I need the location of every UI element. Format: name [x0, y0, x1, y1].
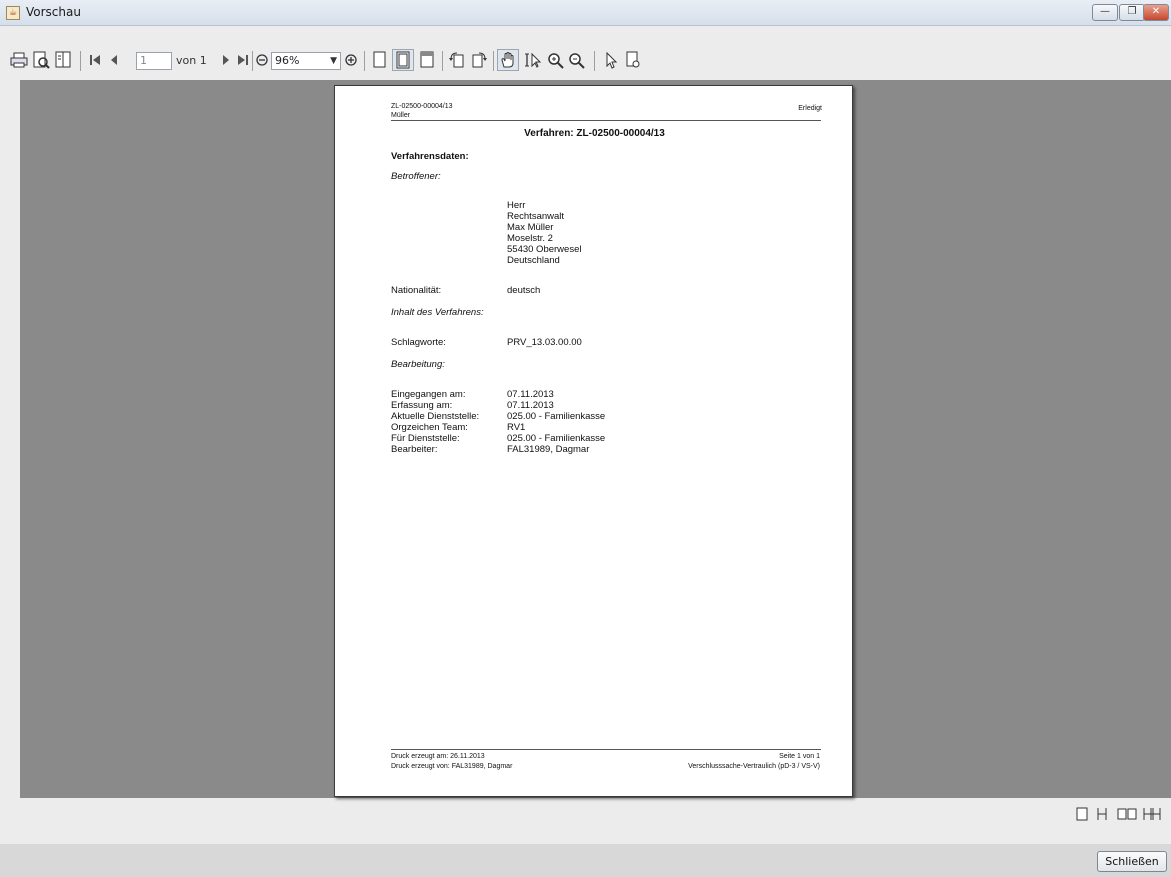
close-button[interactable]: Schließen: [1097, 851, 1167, 872]
last-page-icon[interactable]: [234, 49, 252, 71]
maximize-button[interactable]: ❐: [1119, 4, 1145, 21]
footer-classification: Verschlusssache-Vertraulich (pD-3 / VS-V…: [688, 763, 820, 770]
header-case-number: ZL-02500-00004/13: [391, 103, 453, 110]
zoom-in-circle-icon[interactable]: [343, 49, 359, 71]
previous-page-icon[interactable]: [106, 49, 122, 71]
page-setup-icon[interactable]: [32, 49, 50, 71]
first-page-icon[interactable]: [86, 49, 104, 71]
chevron-down-icon: ▼: [330, 56, 337, 66]
header-rule: [391, 120, 821, 121]
next-page-icon[interactable]: [218, 49, 234, 71]
document-viewport[interactable]: ZL-02500-00004/13 Müller Erledigt Verfah…: [20, 80, 1171, 798]
rotate-right-icon[interactable]: [470, 49, 488, 71]
continuous-page-icon[interactable]: [1096, 807, 1108, 825]
footer-print-user: Druck erzeugt von: FAL31989, Dagmar: [391, 763, 513, 770]
toolbar-separator: [493, 51, 494, 71]
address-line: Deutschland: [507, 255, 560, 266]
minimize-button[interactable]: —: [1092, 4, 1118, 21]
section-title: Verfahrensdaten:: [391, 151, 469, 162]
snapshot-icon[interactable]: [624, 49, 642, 71]
schlagworte-value: PRV_13.03.00.00: [507, 337, 582, 348]
java-app-icon: ☕: [6, 6, 20, 20]
single-page-icon[interactable]: [1076, 807, 1088, 825]
header-name: Müller: [391, 112, 411, 119]
toolbar-separator: [442, 51, 443, 71]
betroffener-heading: Betroffener:: [391, 171, 441, 182]
bearbeitung-heading: Bearbeitung:: [391, 359, 445, 370]
window-title: Vorschau: [26, 5, 81, 19]
footer-print-date: Druck erzeugt am: 26.11.2013: [391, 753, 485, 760]
document-title: Verfahren: ZL-02500-00004/13: [524, 128, 665, 139]
zoom-select[interactable]: 96% ▼: [271, 52, 341, 70]
field-label: Bearbeiter:: [391, 444, 438, 455]
facing-pages-icon[interactable]: [1117, 807, 1137, 825]
page-count-label: von 1: [176, 54, 207, 67]
preview-toolbar: 1 von 1 96% ▼: [0, 44, 1171, 78]
bottom-bar: [0, 844, 1171, 877]
field-value: FAL31989, Dagmar: [507, 444, 590, 455]
window-title-bar: ☕ Vorschau — ❐ ✕: [0, 0, 1171, 26]
pointer-icon[interactable]: [603, 49, 619, 71]
print-icon[interactable]: [10, 49, 28, 71]
zoom-in-icon[interactable]: [547, 49, 565, 71]
export-icon[interactable]: [54, 49, 72, 71]
fit-page-icon[interactable]: [370, 49, 388, 71]
toolbar-separator: [80, 51, 81, 71]
schlagworte-label: Schlagworte:: [391, 337, 446, 348]
pan-hand-icon[interactable]: [497, 49, 519, 71]
nationality-value: deutsch: [507, 285, 541, 296]
footer-page-number: Seite 1 von 1: [779, 753, 820, 760]
fit-width-icon[interactable]: [418, 49, 436, 71]
zoom-out-icon[interactable]: [568, 49, 586, 71]
zoom-out-circle-icon[interactable]: [254, 49, 270, 71]
page-number-input[interactable]: 1: [136, 52, 172, 70]
toolbar-separator: [594, 51, 595, 71]
rotate-left-icon[interactable]: [448, 49, 466, 71]
toolbar-separator: [252, 51, 253, 71]
close-window-button[interactable]: ✕: [1143, 4, 1169, 21]
header-status: Erledigt: [798, 105, 822, 112]
zoom-value: 96%: [275, 54, 300, 67]
actual-size-icon[interactable]: [392, 49, 414, 71]
footer-rule: [391, 749, 821, 750]
inhalt-heading: Inhalt des Verfahrens:: [391, 307, 484, 318]
toolbar-separator: [364, 51, 365, 71]
nationality-label: Nationalität:: [391, 285, 442, 296]
document-page: ZL-02500-00004/13 Müller Erledigt Verfah…: [334, 85, 853, 797]
text-select-icon[interactable]: [522, 49, 544, 71]
continuous-facing-icon[interactable]: [1142, 807, 1162, 825]
